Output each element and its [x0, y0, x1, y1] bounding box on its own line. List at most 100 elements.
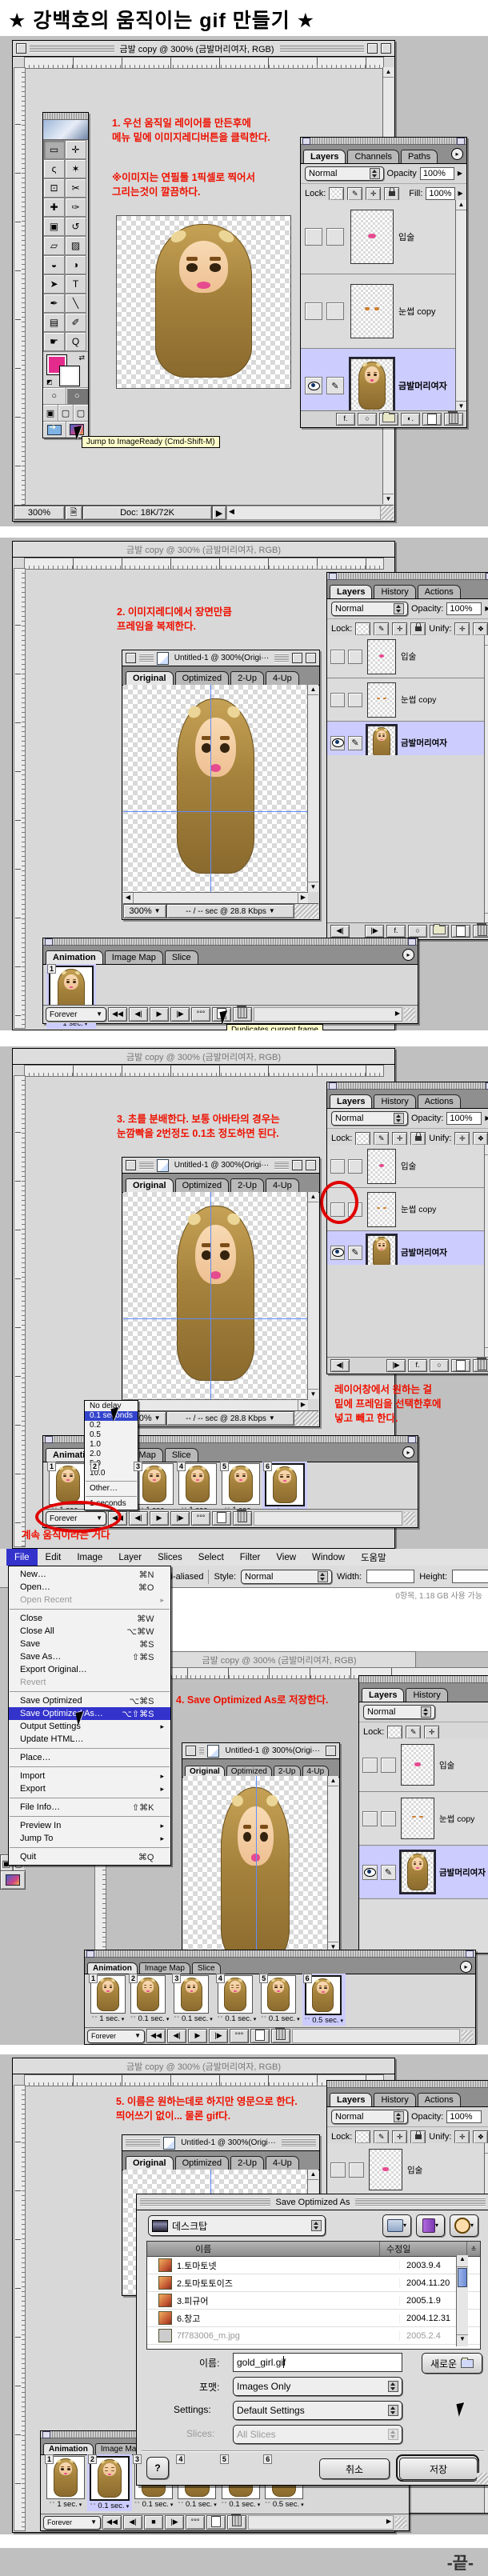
play-button[interactable]: ▶ — [188, 2029, 207, 2043]
dialog-titlebar[interactable]: Save Optimized As — [137, 2194, 488, 2210]
frame-delay-select[interactable]: °° 0.1 sec. ▾ — [222, 2499, 260, 2510]
duplicate-frame-button[interactable] — [250, 2029, 270, 2043]
tab-imagemap[interactable]: Image Map — [139, 1962, 190, 1974]
scroll-left-icon[interactable]: ◀ — [229, 507, 234, 516]
animation-frame[interactable]: 5 °° 0.1 sec. ▾ — [258, 1974, 302, 2024]
tab-slice[interactable]: Slice — [165, 1448, 198, 1462]
frame-scrollbar[interactable] — [292, 2029, 460, 2043]
next-frame-button[interactable]: |▶ — [170, 1007, 190, 1022]
frame-delay-select[interactable]: °° 0.1 sec. ▾ — [90, 2501, 130, 2511]
tab-history[interactable]: History — [374, 2093, 415, 2106]
tab-2up[interactable]: 2-Up — [230, 1178, 264, 1192]
background-color-swatch[interactable] — [60, 366, 79, 386]
layer-mask-button[interactable]: ○ — [408, 925, 427, 938]
tab-slice[interactable]: Slice — [192, 1962, 221, 1974]
menu-item[interactable]: Open Recent ▸ — [9, 1594, 170, 1606]
windowshade-box-icon[interactable] — [292, 653, 302, 663]
vertical-scrollbar[interactable]: ▲▼ — [327, 1776, 338, 1952]
lock-position-button[interactable]: ✛ — [392, 1132, 407, 1146]
export-button[interactable] — [43, 422, 66, 438]
zoom-box-icon[interactable] — [306, 653, 316, 663]
zoom-box-icon[interactable] — [326, 1746, 336, 1756]
tab-layers[interactable]: Layers — [330, 1094, 372, 1108]
layer-row-눈썹-copy[interactable]: ✎ 눈썹 copy — [301, 274, 456, 349]
lock-position-button[interactable]: ✛ — [392, 2130, 407, 2144]
fill-arrow-icon[interactable]: ▶ — [458, 190, 463, 197]
paint-toggle[interactable]: ✎ — [381, 1811, 396, 1826]
first-frame-button[interactable]: ◀◀ — [108, 1007, 127, 1022]
animation-frame[interactable]: 1 °° 1 sec. ▾ — [88, 1974, 128, 2024]
tool-button-brush[interactable]: ✑ — [65, 198, 86, 217]
previous-frame-button[interactable]: ◀| — [129, 1007, 148, 1022]
paint-toggle[interactable]: ✎ — [326, 228, 344, 246]
scroll-down-icon[interactable]: ▼ — [457, 2334, 468, 2346]
animation-frame[interactable]: 2 °° 0.1 sec. ▾ — [87, 2454, 132, 2511]
tab-4up[interactable]: 4-Up — [266, 2156, 299, 2170]
opacity-arrow-icon[interactable]: ▶ — [485, 606, 488, 612]
quickmask-mode-button[interactable]: ○ — [66, 388, 89, 404]
layer-style-button[interactable]: f. — [336, 413, 355, 426]
visibility-toggle[interactable] — [330, 650, 345, 664]
tab-history[interactable]: History — [406, 1688, 447, 1702]
tab-4up[interactable]: 4-Up — [266, 1178, 299, 1192]
animation-frame[interactable]: 6 °° 0.5 sec. ▾ — [302, 1974, 346, 2026]
sort-order-icon[interactable]: ≛ — [467, 2242, 480, 2256]
help-button[interactable]: ? — [146, 2457, 169, 2479]
tool-button-magic-wand[interactable]: ✶ — [65, 159, 86, 178]
paint-toggle[interactable]: ✎ — [349, 2162, 364, 2178]
vertical-scrollbar[interactable]: ▲▼ — [307, 1192, 318, 1399]
resize-grip[interactable] — [462, 2030, 473, 2042]
delete-frame-button[interactable] — [233, 1007, 252, 1022]
tab-2up[interactable]: 2-Up — [274, 1766, 301, 1777]
tween-button[interactable]: °°° — [230, 2029, 249, 2043]
filename-field[interactable]: gold_girl.gif — [233, 2353, 402, 2372]
delay-option[interactable]: 0.2 — [85, 1421, 138, 1430]
next-frame-button[interactable]: |▶ — [365, 925, 384, 938]
blend-mode-select[interactable]: Normal — [363, 1705, 435, 1719]
lock-all-button[interactable] — [410, 2130, 426, 2144]
tab-4up[interactable]: 4-Up — [266, 671, 299, 685]
tab-slice[interactable]: Slice — [165, 950, 198, 964]
unify-visibility-button[interactable]: ❖ — [473, 1132, 488, 1146]
delay-option[interactable]: 0.5 — [85, 1430, 138, 1440]
menu-item[interactable]: Output Settings ▸ — [9, 1720, 170, 1733]
menu-item[interactable]: Save Optimized ⌥⌘S ▸ — [9, 1694, 170, 1707]
lock-transparency-button[interactable] — [329, 187, 344, 201]
scroll-up-icon[interactable]: ▲ — [383, 67, 394, 78]
canvas[interactable] — [116, 215, 291, 389]
window-titlebar[interactable]: Untitled-1 @ 300%(Origi··· — [122, 650, 319, 666]
tool-button-gradient[interactable]: ▨ — [65, 236, 86, 255]
windowshade-box-icon[interactable] — [292, 1160, 302, 1170]
paint-toggle[interactable]: ✎ — [348, 1246, 362, 1260]
next-frame-button[interactable]: |▶ — [386, 1359, 406, 1372]
zoom-box-icon[interactable] — [381, 43, 391, 54]
menubar-item[interactable]: Select — [190, 1549, 232, 1566]
resize-grip[interactable] — [294, 904, 318, 918]
tool-button-healing-brush[interactable]: ✚ — [43, 198, 65, 217]
lock-transparency-button[interactable] — [355, 1132, 370, 1146]
menubar-item[interactable]: 도움말 — [353, 1549, 394, 1566]
tool-button-dodge[interactable]: ◑ — [65, 255, 86, 274]
swap-colors-icon[interactable]: ⇄ — [78, 354, 85, 362]
tab-layers[interactable]: Layers — [330, 585, 372, 598]
frame-delay-select[interactable]: °° 0.1 sec. ▾ — [218, 2014, 256, 2024]
format-select[interactable]: Images Only — [233, 2377, 402, 2396]
frame-delay-select[interactable]: °° 0.5 sec. ▾ — [305, 2015, 343, 2026]
screen-mode-standard-button[interactable]: ▣ — [43, 405, 58, 421]
canvas[interactable] — [123, 685, 308, 892]
close-box-icon[interactable] — [126, 653, 136, 663]
menu-item[interactable]: Jump To ▸ — [9, 1832, 170, 1845]
palette-grip[interactable] — [43, 938, 418, 946]
tool-button-notes[interactable]: ▤ — [43, 313, 65, 332]
frame-delay-select[interactable]: °° 1 sec. ▾ — [90, 2014, 126, 2024]
height-field[interactable] — [452, 1570, 488, 1583]
first-frame-button[interactable]: ◀◀ — [146, 2029, 166, 2043]
layer-group-button[interactable] — [379, 413, 398, 426]
layer-row-눈썹-copy[interactable]: ✎ 눈썹 copy — [359, 1792, 488, 1846]
previous-frame-button[interactable]: ◀| — [167, 2029, 186, 2043]
tool-button-history-brush[interactable]: ↺ — [65, 217, 86, 236]
palette-menu-icon[interactable]: ▸ — [402, 949, 414, 961]
menu-item[interactable]: Save Optimized As… ⌥⇧⌘S ▸ — [9, 1707, 170, 1720]
layer-mask-button[interactable]: ○ — [358, 413, 377, 426]
menu-item[interactable]: Close ⌘W ▸ — [9, 1612, 170, 1625]
